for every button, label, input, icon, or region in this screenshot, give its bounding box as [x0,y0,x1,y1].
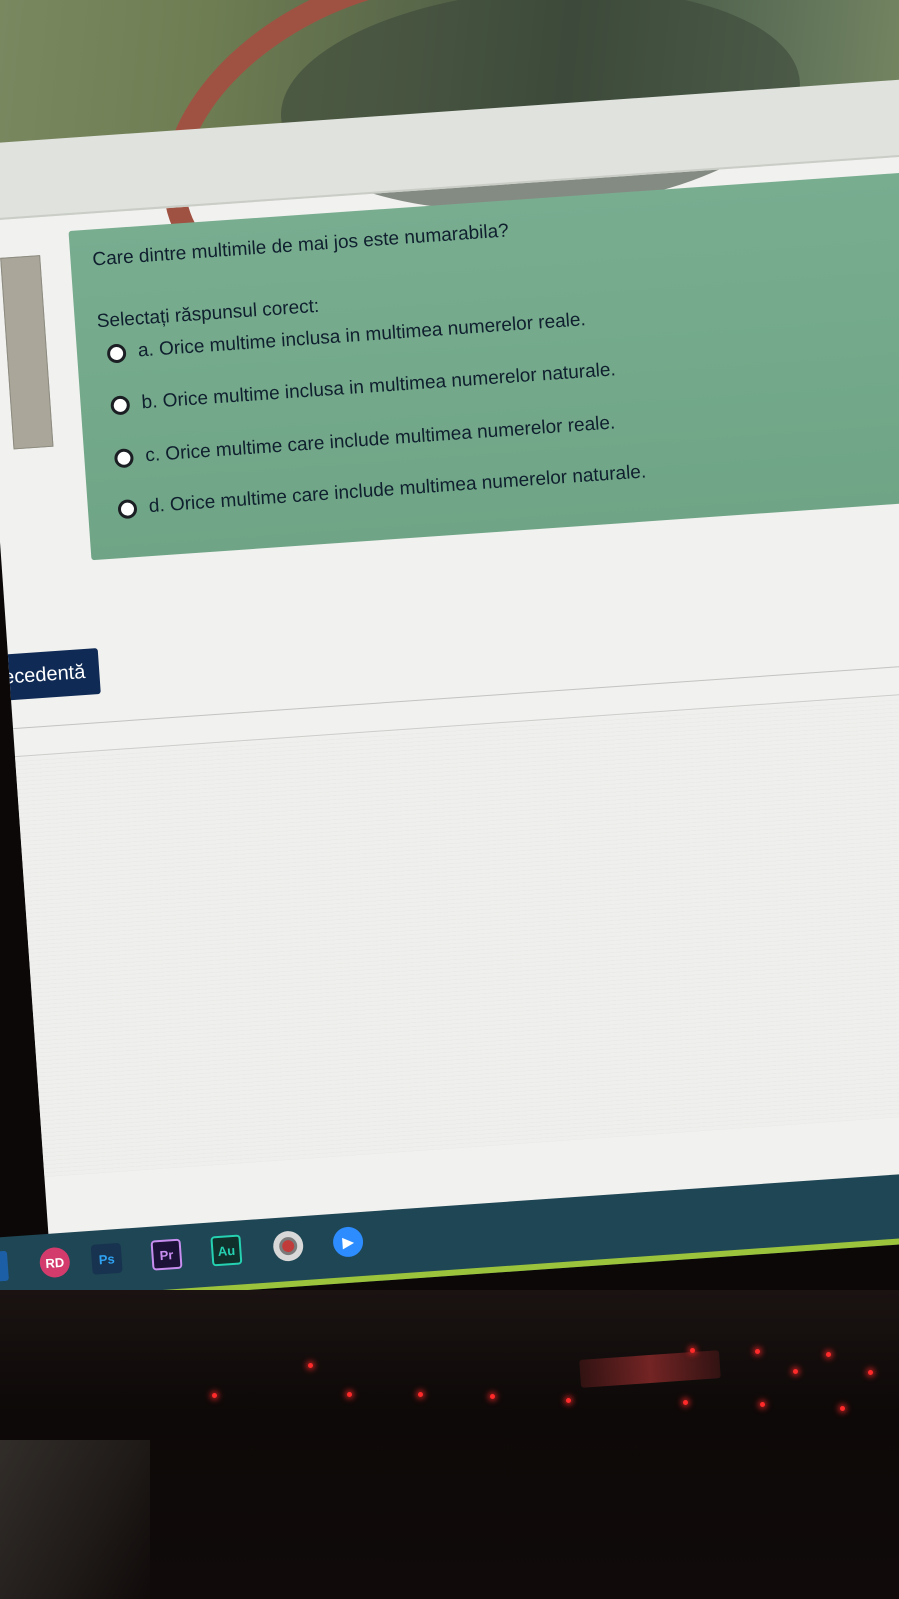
page-blank-area [15,688,899,1178]
photoshop-icon[interactable]: Ps [90,1242,123,1275]
radio-button-icon[interactable] [110,394,131,416]
keyboard-led [212,1393,217,1398]
radio-button-icon[interactable] [117,498,138,519]
answer-option-c[interactable]: c. Orice multime care include multimea n… [113,410,617,471]
keyboard-led [566,1398,571,1403]
keyboard-led [347,1392,352,1397]
keyboard-led [308,1363,313,1368]
webcam-icon[interactable] [272,1230,305,1263]
keyboard-led [868,1370,873,1375]
previous-page-button[interactable]: ecedentă [0,648,101,702]
question-info-box [0,255,54,450]
keyboard-led [755,1349,760,1354]
answer-option-b[interactable]: b. Orice multime inclusa in multimea num… [110,357,617,418]
webcam-lens-icon [278,1236,298,1256]
keyboard-led [826,1352,831,1357]
audition-icon[interactable]: Au [210,1234,243,1267]
radio-button-icon[interactable] [113,447,135,468]
radio-button-icon[interactable] [106,342,127,364]
browser-page: Care dintre multimile de mai jos este nu… [0,0,899,1297]
answer-option-label[interactable]: b. Orice multime inclusa in multimea num… [141,359,617,414]
browser-icon[interactable] [0,1250,9,1282]
zoom-icon[interactable]: ▶ [332,1225,365,1258]
question-text: Care dintre multimile de mai jos este nu… [91,220,510,271]
rd-icon[interactable]: RD [38,1246,71,1279]
keyboard-led [840,1406,845,1411]
answer-option-label[interactable]: d. Orice multime care include multimea n… [148,461,647,518]
premiere-icon[interactable]: Pr [150,1238,183,1271]
answer-option-d[interactable]: d. Orice multime care include multimea n… [117,459,647,522]
question-card: Care dintre multimile de mai jos este nu… [68,162,899,561]
keyboard-led [690,1348,695,1353]
keyboard-led [683,1400,688,1405]
keyboard-led [793,1369,798,1374]
keyboard-led [760,1402,765,1407]
keyboard-led [418,1392,423,1397]
answer-option-label[interactable]: c. Orice multime care include multimea n… [145,412,616,467]
desk-glare [0,1440,150,1599]
keyboard-led [490,1394,495,1399]
photo-of-screen: Care dintre multimile de mai jos este nu… [0,0,899,1599]
